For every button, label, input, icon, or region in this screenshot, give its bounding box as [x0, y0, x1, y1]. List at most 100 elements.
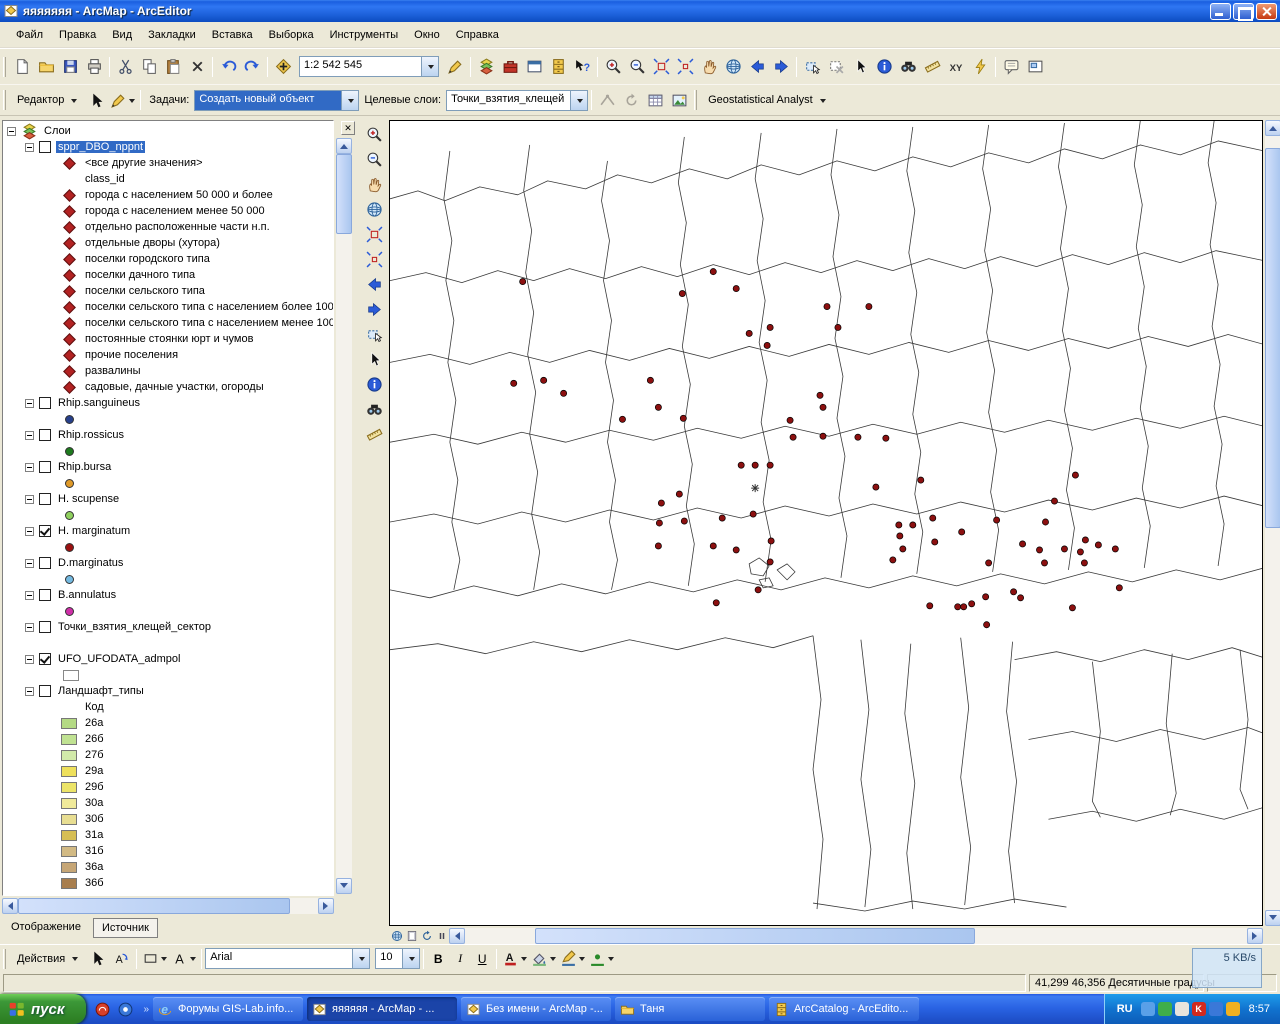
layer-checkbox[interactable] [39, 653, 51, 665]
pause-drawing-button[interactable] [434, 929, 449, 944]
text-tool-button[interactable] [169, 947, 198, 971]
data-view-button[interactable] [389, 929, 404, 944]
map-canvas[interactable] [389, 120, 1263, 926]
previous-extent-button[interactable] [745, 55, 769, 79]
fixed-zoom-out-tool[interactable] [362, 247, 386, 271]
layer-checkbox[interactable] [39, 621, 51, 633]
layer-label[interactable]: Rhip.rossicus [56, 429, 126, 441]
toc-close-button[interactable]: ✕ [341, 121, 355, 135]
minimize-button[interactable] [1210, 3, 1231, 20]
font-size-dropdown-button[interactable] [402, 949, 419, 968]
toc-root-label[interactable]: Слои [42, 125, 73, 137]
layer-label[interactable]: UFO_UFODATA_admpol [56, 653, 182, 665]
tray-icon-6[interactable] [1226, 1002, 1240, 1016]
select-features-tool[interactable] [362, 322, 386, 346]
arcmap-button[interactable] [474, 55, 498, 79]
tray-icon-5[interactable] [1209, 1002, 1223, 1016]
rotate-text-button[interactable] [109, 947, 133, 971]
expand-box[interactable] [25, 143, 34, 152]
expand-box[interactable] [25, 431, 34, 440]
scrollbar-thumb[interactable] [336, 154, 352, 234]
expand-box[interactable] [25, 527, 34, 536]
layer-checkbox[interactable] [39, 685, 51, 697]
geostatistical-analyst-menu[interactable]: Geostatistical Analyst [701, 91, 833, 109]
layer-checkbox[interactable] [39, 525, 51, 537]
map-window-button[interactable] [522, 55, 546, 79]
html-popup-button[interactable] [999, 55, 1023, 79]
expand-box[interactable] [7, 127, 16, 136]
edit-tool-button[interactable] [84, 88, 108, 112]
select-features-button[interactable] [800, 55, 824, 79]
hyperlink-button[interactable] [968, 55, 992, 79]
font-color-button[interactable] [500, 947, 529, 971]
copy-button[interactable] [137, 55, 161, 79]
pan-tool[interactable] [362, 172, 386, 196]
underline-button[interactable]: U [471, 948, 493, 970]
whats-this-button[interactable] [570, 55, 594, 79]
map-vertical-scrollbar[interactable] [1265, 120, 1280, 926]
scrollbar-thumb[interactable] [1265, 148, 1280, 528]
quick-launch-2[interactable] [115, 999, 135, 1019]
full-extent-tool[interactable] [362, 197, 386, 221]
expand-box[interactable] [25, 463, 34, 472]
target-layer-combo[interactable]: Точки_взятия_клещей [446, 90, 588, 111]
taskbar-window-1[interactable]: Форумы GIS-Lab.info... [153, 997, 303, 1021]
layer-label[interactable]: Ландшафт_типы [56, 685, 146, 697]
expand-box[interactable] [25, 495, 34, 504]
target-layer-dropdown-button[interactable] [570, 91, 587, 110]
bold-button[interactable]: B [427, 948, 449, 970]
paste-button[interactable] [161, 55, 185, 79]
sketch-properties-button[interactable] [667, 88, 691, 112]
taskbar-window-5[interactable]: ArcCatalog - ArcEdito... [769, 997, 919, 1021]
layer-label[interactable]: Rhip.bursa [56, 461, 113, 473]
overview-window-button[interactable] [1023, 55, 1047, 79]
layer-label[interactable]: H. scupense [56, 493, 121, 505]
layer-label[interactable]: sppr_DBO_nppnt [56, 141, 145, 153]
toolbar-grip[interactable] [694, 90, 697, 110]
line-color-button[interactable] [558, 947, 587, 971]
language-indicator[interactable]: RU [1113, 1002, 1137, 1016]
menu-item-3[interactable]: Вид [104, 25, 140, 45]
shape-tool-button[interactable] [140, 947, 169, 971]
next-extent-tool[interactable] [362, 297, 386, 321]
scale-combo[interactable]: 1:2 542 545 [299, 56, 439, 77]
select-elements-tool[interactable] [362, 347, 386, 371]
map-scroll-left-button[interactable] [449, 928, 465, 944]
layer-label[interactable]: D.marginatus [56, 557, 125, 569]
pan-button[interactable] [697, 55, 721, 79]
save-button[interactable] [58, 55, 82, 79]
marker-color-button[interactable] [587, 947, 616, 971]
toc-horizontal-scrollbar[interactable] [2, 898, 334, 914]
attributes-button[interactable] [643, 88, 667, 112]
menu-item-7[interactable]: Инструменты [322, 25, 407, 45]
expand-box[interactable] [25, 559, 34, 568]
previous-extent-tool[interactable] [362, 272, 386, 296]
map-scroll-right-button[interactable] [1247, 928, 1263, 944]
layer-checkbox[interactable] [39, 589, 51, 601]
toc-tab-2[interactable]: Источник [93, 918, 158, 938]
tray-icon-2[interactable] [1158, 1002, 1172, 1016]
italic-button[interactable]: I [449, 948, 471, 970]
undo-button[interactable] [216, 55, 240, 79]
quick-launch-overflow[interactable]: » [141, 1004, 151, 1015]
editor-menu-button[interactable]: Редактор [10, 91, 84, 109]
layer-checkbox[interactable] [39, 397, 51, 409]
sketch-tool-button[interactable] [108, 88, 137, 112]
start-button[interactable]: пуск [0, 994, 86, 1024]
menu-item-5[interactable]: Вставка [204, 25, 261, 45]
font-size-combo[interactable]: 10 [375, 948, 420, 969]
clear-selection-button[interactable] [824, 55, 848, 79]
scrollbar-thumb[interactable] [18, 898, 290, 914]
taskbar-window-4[interactable]: Таня [615, 997, 765, 1021]
refresh-view-button[interactable] [419, 929, 434, 944]
toolbar-grip[interactable] [3, 57, 6, 77]
menu-item-6[interactable]: Выборка [261, 25, 322, 45]
layer-checkbox[interactable] [39, 141, 51, 153]
find-button[interactable] [896, 55, 920, 79]
identify-button[interactable] [872, 55, 896, 79]
toolbar-grip[interactable] [3, 90, 6, 110]
task-combo[interactable]: Создать новый объект [194, 90, 359, 111]
delete-button[interactable] [185, 55, 209, 79]
layer-checkbox[interactable] [39, 461, 51, 473]
menu-item-4[interactable]: Закладки [140, 25, 204, 45]
